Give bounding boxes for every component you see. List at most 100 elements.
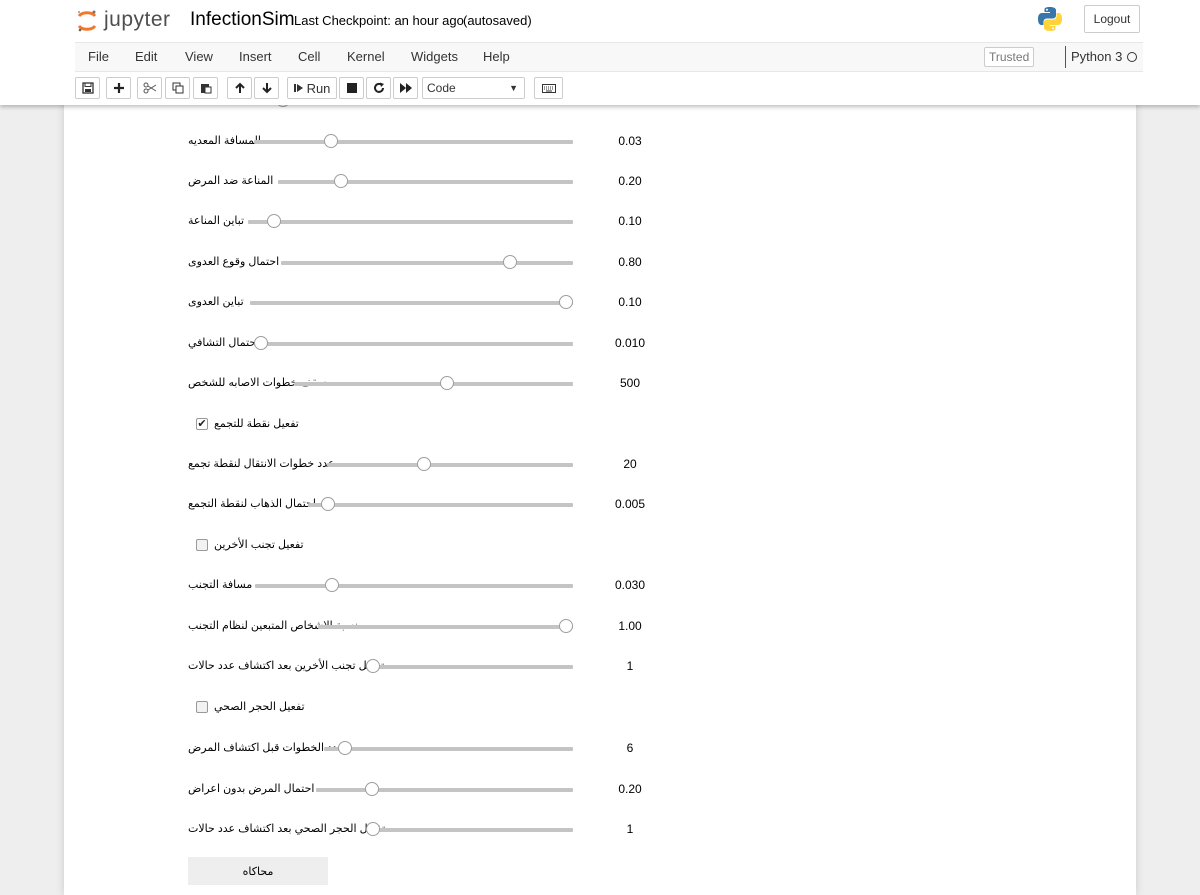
- cell-type-select[interactable]: Code ▼: [422, 77, 525, 99]
- paste-button[interactable]: [193, 77, 218, 99]
- cut-button[interactable]: [137, 77, 162, 99]
- slider-row: سقف خطوات الاصابه للشخص 500: [64, 368, 1136, 398]
- slider-value[interactable]: 6: [590, 733, 670, 763]
- slider-label: المسافة المعديه: [188, 135, 261, 147]
- logout-button[interactable]: Logout: [1084, 5, 1140, 33]
- slider-value[interactable]: 0.005: [590, 489, 670, 519]
- slider-track[interactable]: [254, 342, 573, 346]
- menu-edit[interactable]: Edit: [135, 49, 157, 64]
- slider-track[interactable]: [294, 382, 573, 386]
- slider-row: احتمال وقوع العدوى 0.80: [64, 247, 1136, 277]
- menu-cell[interactable]: Cell: [298, 49, 320, 64]
- slider-track[interactable]: [255, 584, 573, 588]
- checkbox-row: تفعيل الحجر الصحي: [64, 692, 1136, 722]
- menu-view[interactable]: View: [185, 49, 213, 64]
- slider-value[interactable]: 20: [590, 449, 670, 479]
- slider-handle[interactable]: [266, 214, 281, 228]
- checkbox-label[interactable]: تفعيل الحجر الصحي: [214, 692, 305, 722]
- slider-row: المسافة المعديه 0.03: [64, 126, 1136, 156]
- slider-label: احتمال الذهاب لنقطة التجمع: [188, 498, 316, 510]
- arrow-up-icon: [234, 82, 245, 93]
- slider-handle[interactable]: [503, 255, 518, 269]
- slider-track[interactable]: [281, 261, 573, 265]
- jupyter-logo-icon: [76, 9, 98, 32]
- slider-track[interactable]: [248, 220, 573, 224]
- slider-handle[interactable]: [559, 619, 573, 633]
- slider-row: مسافة التجنب 0.030: [64, 570, 1136, 600]
- slider-handle[interactable]: [338, 741, 353, 755]
- slider-row: تباين العدوى 0.10: [64, 287, 1136, 317]
- slider-handle[interactable]: [364, 782, 379, 796]
- slider-track[interactable]: [366, 665, 573, 669]
- slider-value[interactable]: 1.00: [590, 611, 670, 641]
- move-down-button[interactable]: [254, 77, 279, 99]
- slider-handle[interactable]: [439, 376, 454, 390]
- jupyter-logo[interactable]: jupyter: [76, 6, 171, 34]
- menu-insert[interactable]: Insert: [239, 49, 272, 64]
- slider-track[interactable]: [250, 301, 573, 305]
- slider-value[interactable]: 0.010: [590, 328, 670, 358]
- slider-row: احتمال المرض بدون اعراض 0.20: [64, 774, 1136, 804]
- menu-kernel[interactable]: Kernel: [347, 49, 385, 64]
- slider-value[interactable]: 1: [590, 651, 670, 681]
- slider-value[interactable]: 0.030: [590, 570, 670, 600]
- copy-button[interactable]: [165, 77, 190, 99]
- save-icon: [81, 82, 94, 94]
- slider-track[interactable]: [308, 503, 573, 507]
- slider-handle[interactable]: [324, 578, 339, 592]
- copy-icon: [172, 82, 183, 94]
- menu-help[interactable]: Help: [483, 49, 510, 64]
- save-button[interactable]: [75, 77, 100, 99]
- slider-row: نسبة الاشخاص المتبعين لنظام التجنب 1.00: [64, 611, 1136, 641]
- slider-value[interactable]: 0.10: [590, 206, 670, 236]
- kernel-idle-icon: [1127, 52, 1137, 62]
- slider-value[interactable]: 0.20: [590, 166, 670, 196]
- slider-track[interactable]: [327, 463, 573, 467]
- slider-value[interactable]: 1: [590, 814, 670, 844]
- slider-handle[interactable]: [320, 497, 335, 511]
- checkbox-label[interactable]: تفعيل تجنب الأخرين: [214, 530, 304, 560]
- slider-track[interactable]: [318, 625, 573, 629]
- slider-value[interactable]: 0.10: [590, 287, 670, 317]
- cell-type-value: Code: [427, 81, 456, 95]
- slider-value[interactable]: 0.20: [590, 774, 670, 804]
- move-up-button[interactable]: [227, 77, 252, 99]
- trusted-indicator[interactable]: Trusted: [984, 47, 1035, 67]
- slider-track[interactable]: [254, 140, 573, 144]
- slider-handle[interactable]: [324, 134, 339, 148]
- menu-widgets[interactable]: Widgets: [411, 49, 458, 64]
- slider-handle[interactable]: [417, 457, 432, 471]
- interrupt-button[interactable]: [339, 77, 364, 99]
- slider-value[interactable]: 0.80: [590, 247, 670, 277]
- slider-track[interactable]: [278, 180, 573, 184]
- restart-button[interactable]: [366, 77, 391, 99]
- checkbox[interactable]: [196, 701, 208, 713]
- checkbox-label[interactable]: تفعيل نقطة للتجمع: [214, 409, 299, 439]
- slider-label: احتمال المرض بدون اعراض: [188, 783, 315, 795]
- checkbox[interactable]: ✔: [196, 418, 208, 430]
- slider-handle[interactable]: [334, 174, 349, 188]
- slider-track[interactable]: [324, 747, 573, 751]
- notebook-name[interactable]: InfectionSim: [190, 9, 295, 31]
- menu-file[interactable]: File: [88, 49, 109, 64]
- slider-handle[interactable]: [366, 822, 380, 836]
- checkbox[interactable]: [196, 539, 208, 551]
- slider-track[interactable]: [316, 788, 573, 792]
- slider-handle[interactable]: [254, 336, 268, 350]
- slider-label: تفعيل الحجر الصحي بعد اكتشاف عدد حالات: [188, 823, 386, 835]
- fast-forward-icon: [399, 83, 412, 93]
- command-palette-button[interactable]: [534, 77, 563, 99]
- slider-row: احتمال الذهاب لنقطة التجمع 0.005: [64, 489, 1136, 519]
- slider-row: احتمال التشافي 0.010: [64, 328, 1136, 358]
- restart-run-all-button[interactable]: [393, 77, 418, 99]
- restart-icon: [373, 82, 384, 93]
- slider-handle[interactable]: [559, 295, 573, 309]
- simulate-button[interactable]: محاكاه: [188, 857, 328, 885]
- slider-track[interactable]: [366, 828, 573, 832]
- slider-handle[interactable]: [366, 659, 380, 673]
- widget-output-area: المسافة المعديه 0.03 المناعة ضد المرض 0.20 ت…: [64, 93, 1136, 895]
- insert-cell-button[interactable]: [106, 77, 131, 99]
- slider-value[interactable]: 0.03: [590, 126, 670, 156]
- run-button[interactable]: Run: [287, 77, 337, 99]
- slider-value[interactable]: 500: [590, 368, 670, 398]
